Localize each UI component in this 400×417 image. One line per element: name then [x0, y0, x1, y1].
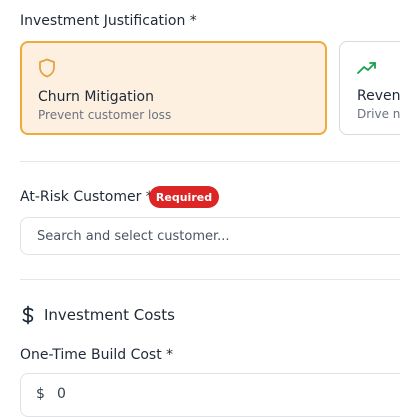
customer-search-placeholder: Search and select customer...: [37, 229, 230, 244]
shield-icon: [38, 58, 56, 78]
option-title: Revenue: [357, 88, 400, 104]
divider: [20, 279, 400, 280]
option-title: Churn Mitigation: [38, 89, 154, 105]
divider: [20, 161, 400, 162]
required-badge: Required: [149, 186, 219, 208]
option-subtitle: Drive new: [357, 107, 400, 121]
build-cost-input[interactable]: $ 0: [20, 373, 400, 417]
dollar-icon: [20, 305, 36, 325]
option-subtitle: Prevent customer loss: [38, 108, 172, 122]
customer-search-input[interactable]: Search and select customer...: [20, 217, 400, 255]
customer-label: At-Risk Customer *: [20, 189, 153, 205]
section-title-investment-costs: Investment Costs: [44, 306, 175, 324]
build-cost-label: One-Time Build Cost *: [20, 347, 174, 363]
justification-label: Investment Justification *: [20, 13, 197, 29]
option-card-revenue[interactable]: Revenue Drive new: [339, 41, 400, 135]
option-card-churn-mitigation[interactable]: Churn Mitigation Prevent customer loss: [20, 41, 327, 135]
trending-up-icon: [357, 60, 377, 76]
